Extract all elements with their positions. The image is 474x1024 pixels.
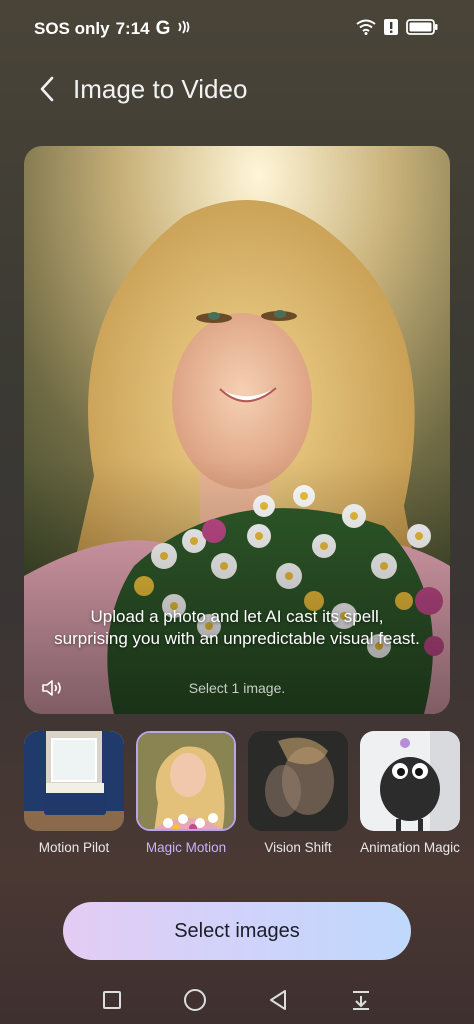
tile-label-animation-magic: Animation Magic	[360, 840, 460, 855]
double-exposure-thumbnail	[248, 731, 348, 831]
network-letter: G	[155, 18, 171, 39]
tile-label-motion-pilot: Motion Pilot	[38, 840, 110, 855]
mode-tile-list: Motion Pilot Magic Motion Vision Shift A…	[0, 731, 474, 881]
hero-hint: Select 1 image.	[188, 680, 286, 696]
tile-label-vision-shift: Vision Shift	[264, 840, 332, 855]
carrier-text: SOS only	[34, 19, 110, 38]
app-header: Image to Video	[0, 62, 474, 116]
home-circle-icon[interactable]	[181, 986, 209, 1014]
tile-magic-motion[interactable]	[136, 731, 236, 831]
tile-animation-magic[interactable]	[360, 731, 460, 831]
hero-preview[interactable]: Upload a photo and let AI cast its spell…	[24, 146, 450, 714]
alert-icon	[384, 19, 398, 40]
tile-label-magic-motion: Magic Motion	[145, 840, 227, 855]
tile-vision-shift[interactable]	[248, 731, 348, 831]
tile-motion-pilot[interactable]	[24, 731, 124, 831]
status-bar: SOS only 7:14 G	[0, 0, 474, 58]
chevron-left-icon[interactable]	[30, 72, 64, 106]
recents-square-icon[interactable]	[98, 986, 126, 1014]
speaker-icon[interactable]	[40, 676, 64, 700]
nfc-icon	[176, 19, 192, 40]
select-images-button[interactable]: Select images	[63, 902, 411, 960]
portrait-thumbnail	[138, 733, 234, 829]
monster-thumbnail	[360, 731, 460, 831]
hero-caption: Upload a photo and let AI cast its spell…	[54, 607, 420, 648]
bedroom-thumbnail	[24, 731, 124, 831]
clock-text: 7:14	[115, 19, 150, 38]
status-left: SOS only 7:14 G	[34, 18, 192, 40]
back-triangle-icon[interactable]	[264, 986, 292, 1014]
page-title: Image to Video	[73, 74, 248, 104]
status-right	[356, 19, 438, 40]
system-nav-bar	[0, 980, 474, 1020]
wifi-icon	[356, 19, 376, 40]
select-images-label: Select images	[174, 919, 300, 942]
battery-icon	[406, 19, 438, 40]
notification-down-icon[interactable]	[347, 986, 375, 1014]
